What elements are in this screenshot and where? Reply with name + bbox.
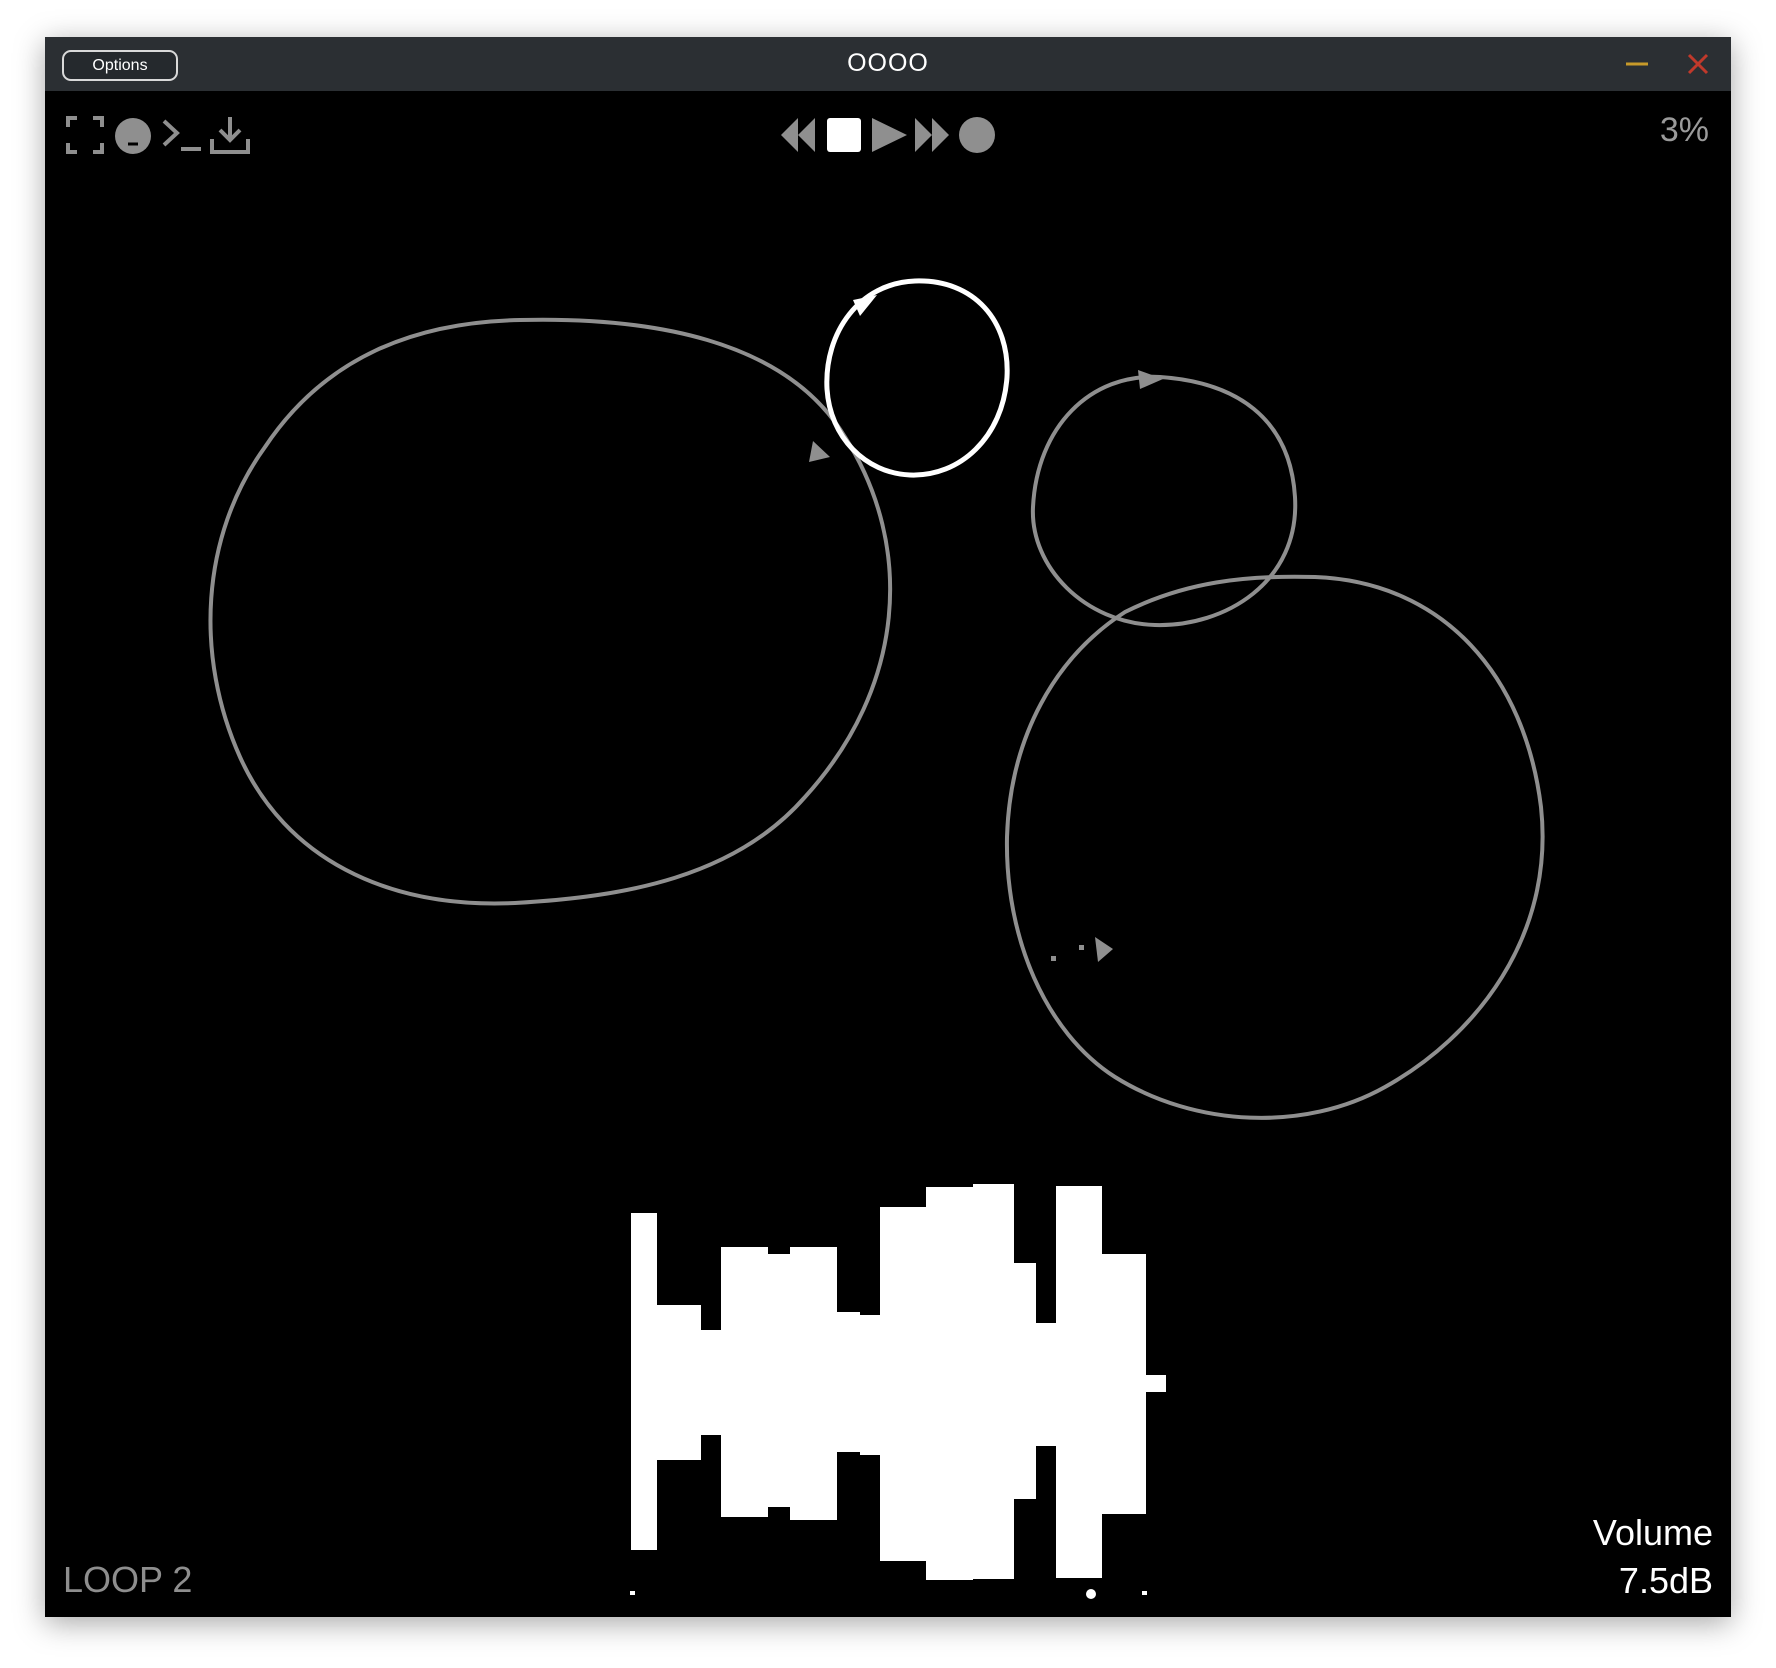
marker-dot bbox=[1051, 956, 1056, 961]
direction-arrow-icon bbox=[853, 295, 877, 316]
marker-dot bbox=[1079, 945, 1084, 950]
direction-arrow-icon bbox=[1095, 937, 1113, 962]
current-loop-label: LOOP 2 bbox=[63, 1559, 193, 1600]
volume-readout[interactable]: Volume 7.5dB bbox=[1593, 1509, 1713, 1605]
loop-medium-right[interactable] bbox=[1030, 370, 1298, 628]
direction-arrow-icon bbox=[809, 441, 830, 462]
loop-canvas[interactable] bbox=[45, 37, 1731, 1617]
volume-value: 7.5dB bbox=[1618, 1560, 1713, 1601]
loop-small-center[interactable] bbox=[824, 278, 1010, 478]
direction-arrow-icon bbox=[1138, 370, 1163, 389]
loop-large-right[interactable] bbox=[1004, 574, 1545, 1120]
app-window: Options OOOO 3% LOOP 2 Volume 7.5dB bbox=[45, 37, 1731, 1617]
waveform[interactable] bbox=[630, 1184, 1166, 1599]
loop-large-left[interactable] bbox=[208, 317, 893, 906]
volume-label: Volume bbox=[1592, 1512, 1713, 1553]
